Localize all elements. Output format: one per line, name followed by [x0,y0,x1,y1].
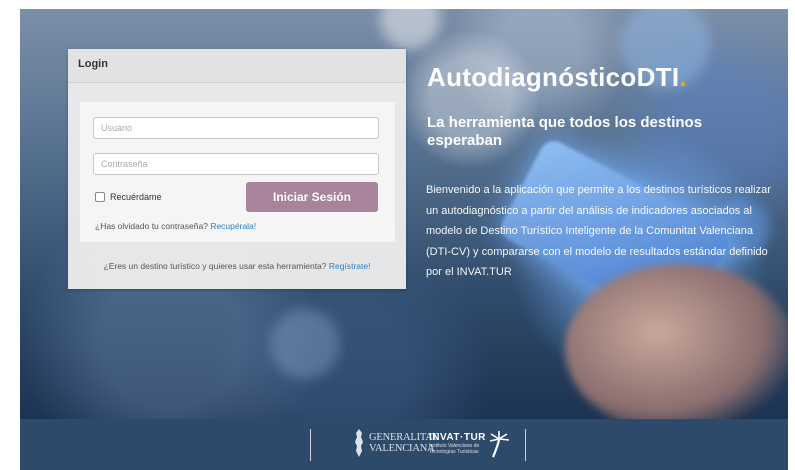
forgot-password-text: ¿Has olvidado tu contraseña? [95,221,208,231]
register-prompt: ¿Eres un destino turístico y quieres usa… [68,261,406,271]
generalitat-line1: GENERALITAT [369,432,438,443]
login-header: Login [68,49,406,83]
bokeh-light [380,9,440,49]
app-title-text: AutodiagnósticoDTI [427,62,680,92]
login-button[interactable]: Iniciar Sesión [246,182,378,212]
generalitat-logo: GENERALITAT VALENCIANA [353,428,438,458]
app-title: AutodiagnósticoDTI. [427,62,687,93]
password-input[interactable]: Contraseña [93,153,379,175]
hero-subtitle: La herramienta que todos los destinos es… [427,114,703,149]
remember-me[interactable]: Recuérdame [95,192,162,202]
app-title-dot: . [679,62,687,92]
footer: GENERALITAT VALENCIANA INVAT·TUR Institu… [20,419,788,470]
bokeh-light [270,309,340,379]
recover-password-link[interactable]: Recupérala! [210,221,256,231]
username-input[interactable]: Usuario [93,117,379,139]
invat-title: INVAT·TUR [429,432,486,443]
invat-tur-logo: INVAT·TUR Instituto Valenciano de Tecnol… [429,432,486,455]
hero-description: Bienvenido a la aplicación que permite a… [426,184,771,278]
generalitat-line2: VALENCIANA [369,443,435,454]
palm-tree-icon [489,431,510,458]
generalitat-crest-icon [355,429,363,457]
register-link[interactable]: Regístrate! [329,261,371,271]
login-card: Login Usuario Contraseña Recuérdame Inic… [68,49,406,289]
invat-line2: Tecnologías Turísticas [429,449,479,455]
register-text: ¿Eres un destino turístico y quieres usa… [103,261,327,271]
remember-checkbox[interactable] [95,192,105,202]
generalitat-text: GENERALITAT VALENCIANA [369,432,438,454]
footer-divider [310,429,311,461]
remember-label: Recuérdame [110,192,162,202]
footer-divider [525,429,526,461]
forgot-password: ¿Has olvidado tu contraseña? Recupérala! [95,221,256,231]
